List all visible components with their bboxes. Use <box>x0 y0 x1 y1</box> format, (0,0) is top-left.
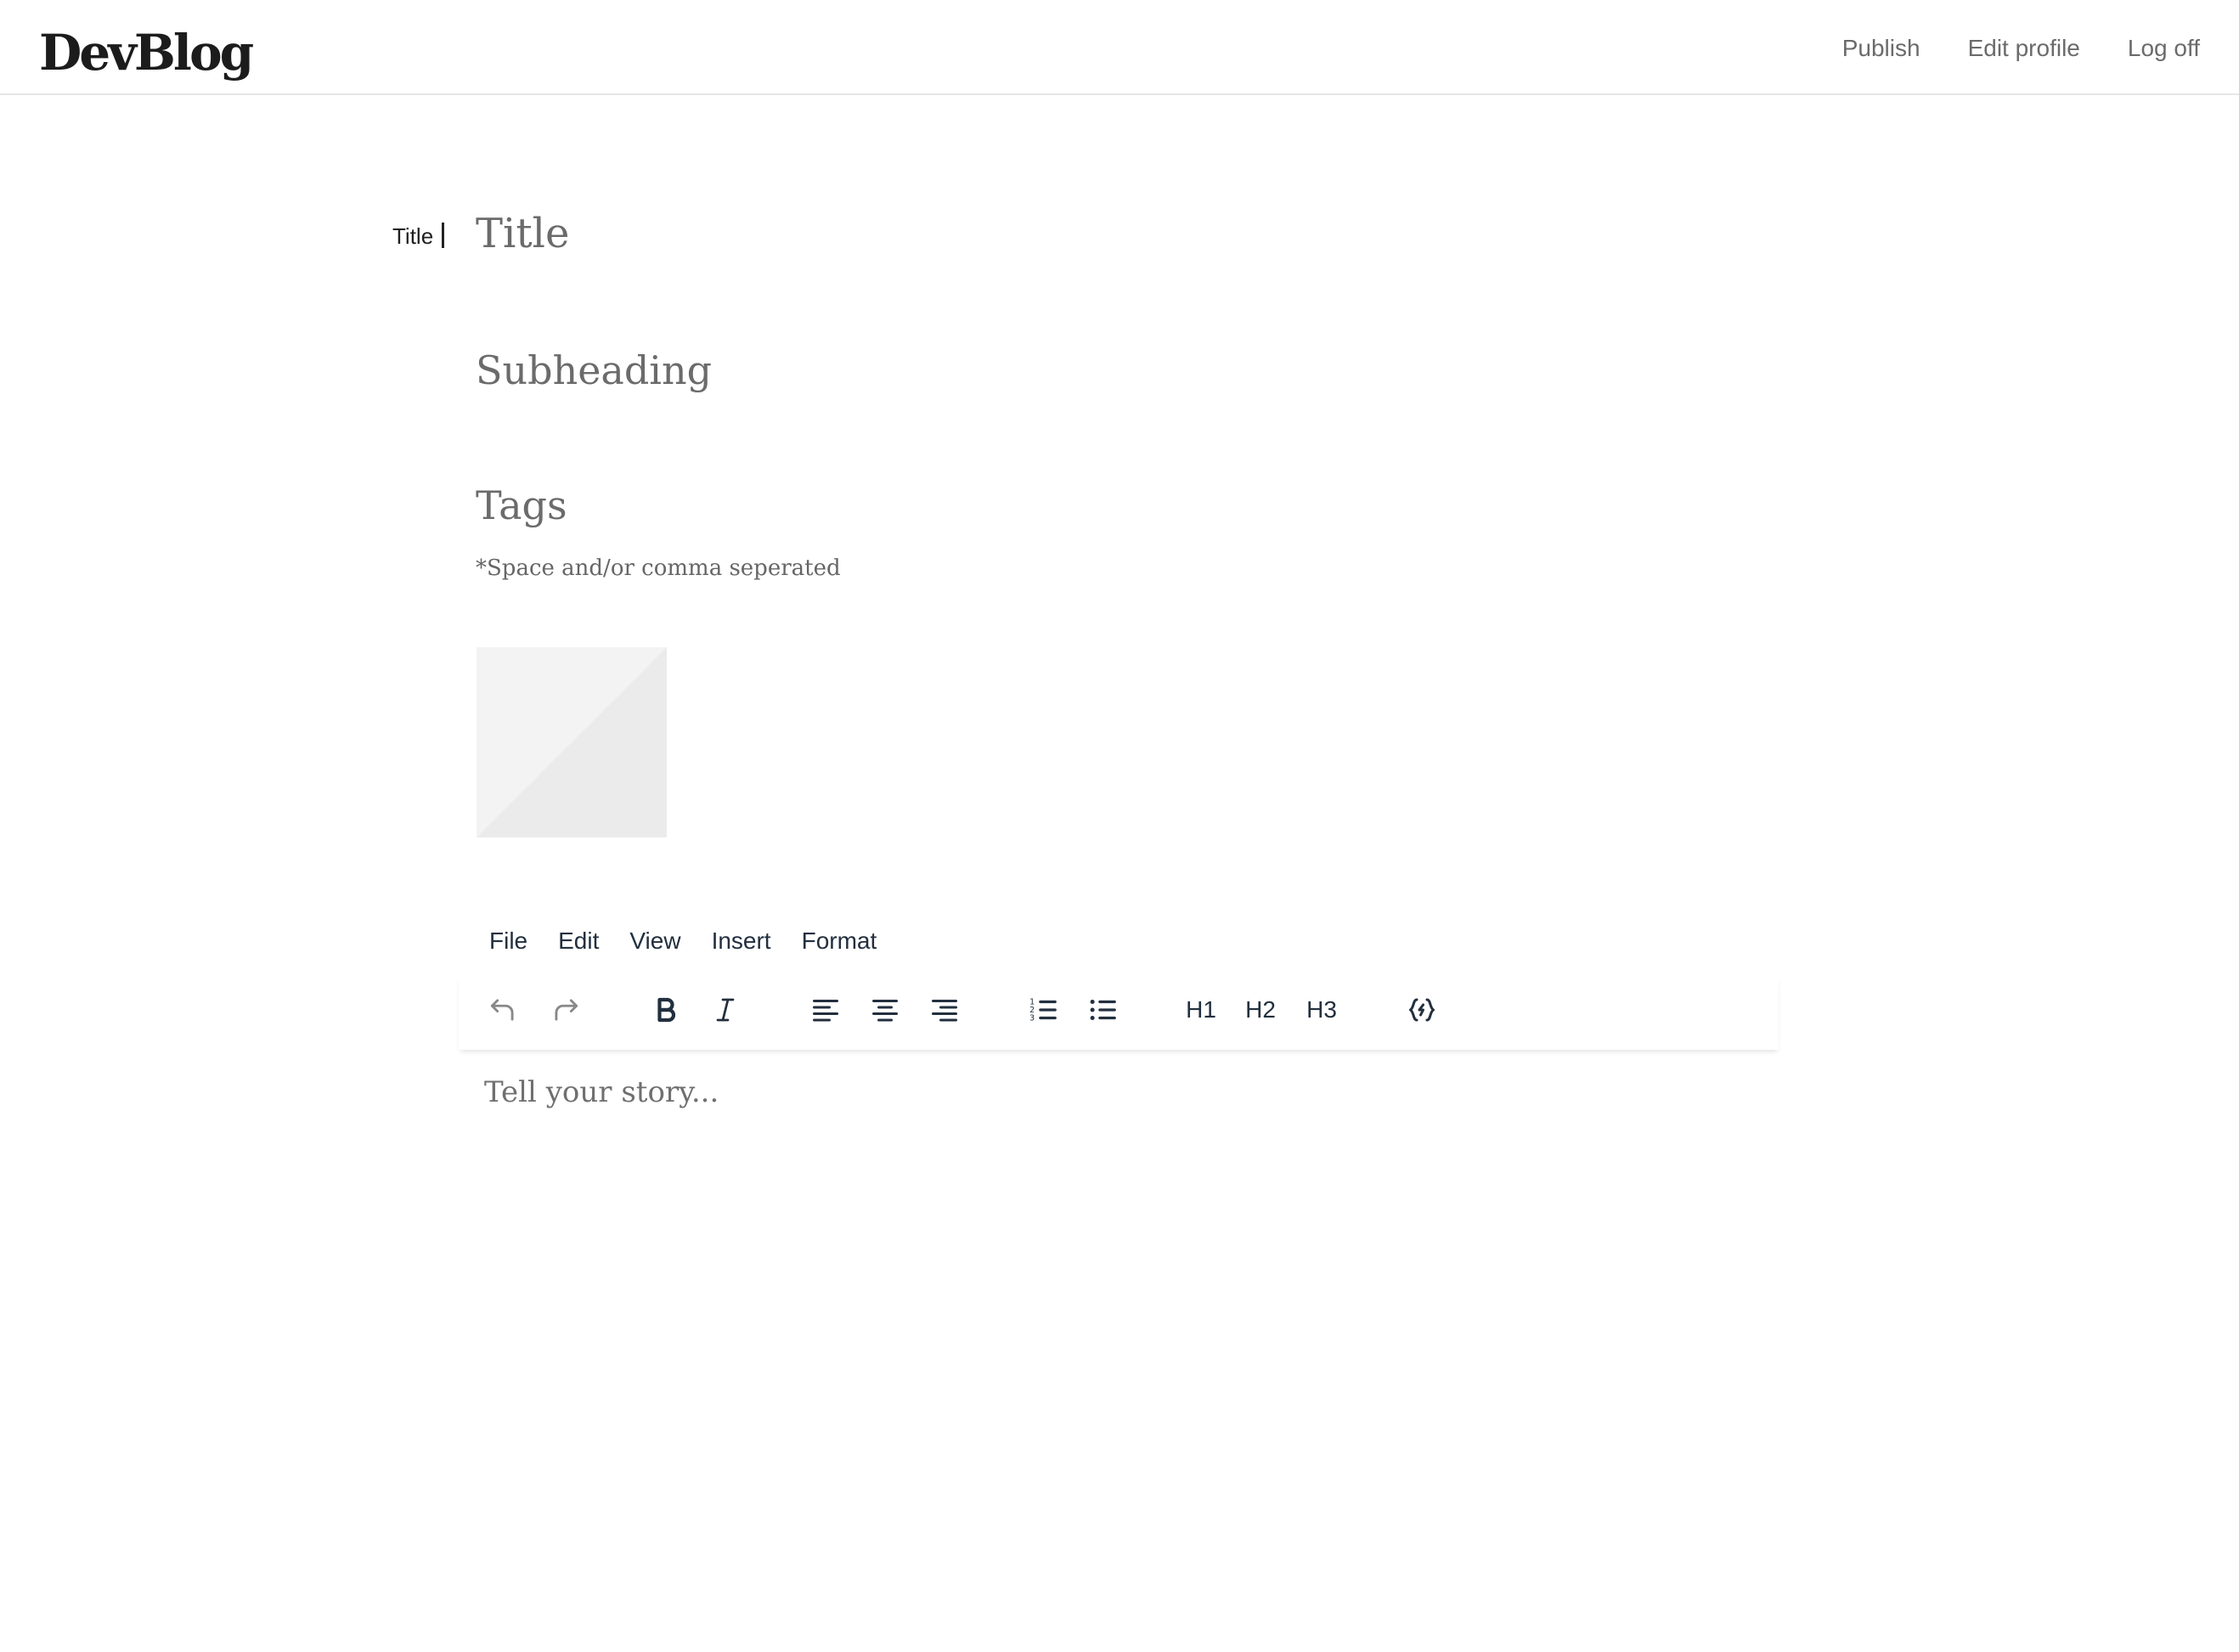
undo-button[interactable] <box>484 989 522 1031</box>
align-center-button[interactable] <box>866 989 904 1031</box>
menu-view[interactable]: View <box>629 924 680 958</box>
publish-link[interactable]: Publish <box>1842 29 1920 68</box>
redo-button[interactable] <box>547 989 584 1031</box>
nav-links: Publish Edit profile Log off <box>1842 29 2200 68</box>
menu-file[interactable]: File <box>489 924 527 958</box>
top-navbar: DevBlog Publish Edit profile Log off <box>0 0 2239 95</box>
menu-insert[interactable]: Insert <box>712 924 771 958</box>
bold-button[interactable] <box>647 989 685 1031</box>
cover-image-upload[interactable] <box>477 647 667 837</box>
label-divider <box>442 223 445 248</box>
subheading-input[interactable] <box>476 341 1750 399</box>
menu-format[interactable]: Format <box>802 924 877 958</box>
code-sample-button[interactable] <box>1403 989 1441 1031</box>
align-left-icon <box>813 1000 838 1022</box>
redo-icon <box>555 999 578 1021</box>
italic-button[interactable] <box>707 989 744 1031</box>
heading-2-button[interactable]: H2 <box>1242 989 1279 1031</box>
edit-profile-link[interactable]: Edit profile <box>1968 29 2080 68</box>
tags-hint: *Space and/or comma seperated <box>476 555 841 581</box>
align-center-icon <box>872 1000 898 1022</box>
heading-1-button[interactable]: H1 <box>1182 989 1220 1031</box>
italic-icon <box>716 998 735 1022</box>
numbered-list-button[interactable]: 123 <box>1024 989 1062 1031</box>
svg-text:3: 3 <box>1029 1014 1035 1023</box>
story-placeholder: Tell your story... <box>484 1075 719 1109</box>
title-field-label: Title <box>392 221 445 251</box>
bullet-list-icon <box>1090 999 1116 1021</box>
bold-icon <box>657 997 676 1023</box>
logo[interactable]: DevBlog <box>39 19 254 87</box>
undo-icon <box>490 999 514 1021</box>
bullet-list-button[interactable] <box>1084 989 1121 1031</box>
story-editor-body[interactable]: Tell your story... <box>484 1072 1767 1582</box>
code-sample-icon <box>1409 998 1435 1022</box>
title-input[interactable] <box>476 204 1750 263</box>
align-right-button[interactable] <box>926 989 963 1031</box>
tags-input[interactable] <box>476 477 1750 533</box>
align-left-button[interactable] <box>807 989 844 1031</box>
align-right-icon <box>932 1000 957 1022</box>
numbered-list-icon: 123 <box>1029 998 1057 1023</box>
menu-edit[interactable]: Edit <box>558 924 599 958</box>
log-off-link[interactable]: Log off <box>2128 29 2200 68</box>
heading-3-button[interactable]: H3 <box>1303 989 1340 1031</box>
title-label-text: Title <box>392 223 434 249</box>
editor-toolbar: 123 H1 H2 H3 <box>459 977 1779 1050</box>
editor-menubar: File Edit View Insert Format <box>489 924 877 958</box>
